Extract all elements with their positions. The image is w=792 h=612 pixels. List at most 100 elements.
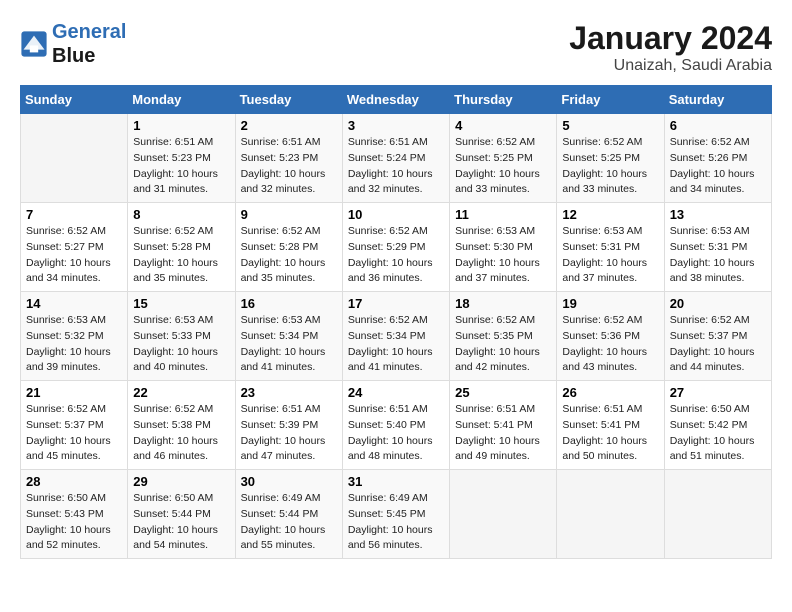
day-info: Sunrise: 6:52 AMSunset: 5:29 PMDaylight:… — [348, 224, 444, 287]
logo-icon — [20, 30, 48, 58]
header-monday: Monday — [128, 86, 235, 114]
day-number: 28 — [26, 474, 122, 489]
day-number: 20 — [670, 296, 766, 311]
day-number: 12 — [562, 207, 658, 222]
day-info: Sunrise: 6:51 AMSunset: 5:41 PMDaylight:… — [562, 402, 658, 465]
calendar-subtitle: Unaizah, Saudi Arabia — [569, 57, 772, 75]
header-tuesday: Tuesday — [235, 86, 342, 114]
day-number: 27 — [670, 385, 766, 400]
day-number: 17 — [348, 296, 444, 311]
day-info: Sunrise: 6:52 AMSunset: 5:25 PMDaylight:… — [562, 135, 658, 198]
day-info: Sunrise: 6:52 AMSunset: 5:28 PMDaylight:… — [133, 224, 229, 287]
calendar-cell: 2 Sunrise: 6:51 AMSunset: 5:23 PMDaylight… — [235, 114, 342, 203]
day-info: Sunrise: 6:52 AMSunset: 5:37 PMDaylight:… — [26, 402, 122, 465]
calendar-table: SundayMondayTuesdayWednesdayThursdayFrid… — [20, 85, 772, 559]
day-info: Sunrise: 6:52 AMSunset: 5:37 PMDaylight:… — [670, 313, 766, 376]
day-info: Sunrise: 6:52 AMSunset: 5:28 PMDaylight:… — [241, 224, 337, 287]
calendar-cell: 9Sunrise: 6:52 AMSunset: 5:28 PMDaylight… — [235, 203, 342, 292]
day-number: 1 — [133, 118, 229, 133]
day-info: Sunrise: 6:49 AMSunset: 5:44 PMDaylight:… — [241, 491, 337, 554]
day-info: Sunrise: 6:51 AMSunset: 5:41 PMDaylight:… — [455, 402, 551, 465]
calendar-cell: 10 Sunrise: 6:52 AMSunset: 5:29 PMDayligh… — [342, 203, 449, 292]
calendar-cell: 16 Sunrise: 6:53 AMSunset: 5:34 PMDayligh… — [235, 292, 342, 381]
day-number: 10 — [348, 207, 444, 222]
day-number: 25 — [455, 385, 551, 400]
week-row-3: 14Sunrise: 6:53 AMSunset: 5:32 PMDayligh… — [21, 292, 772, 381]
day-number: 23 — [241, 385, 337, 400]
day-number: 16 — [241, 296, 337, 311]
calendar-cell: 28 Sunrise: 6:50 AMSunset: 5:43 PMDayligh… — [21, 470, 128, 559]
calendar-cell: 1 Sunrise: 6:51 AMSunset: 5:23 PMDaylight… — [128, 114, 235, 203]
day-info: Sunrise: 6:51 AMSunset: 5:40 PMDaylight:… — [348, 402, 444, 465]
week-row-2: 7 Sunrise: 6:52 AMSunset: 5:27 PMDaylight… — [21, 203, 772, 292]
calendar-cell: 21Sunrise: 6:52 AMSunset: 5:37 PMDayligh… — [21, 381, 128, 470]
calendar-cell: 22 Sunrise: 6:52 AMSunset: 5:38 PMDayligh… — [128, 381, 235, 470]
day-number: 4 — [455, 118, 551, 133]
calendar-cell: 3 Sunrise: 6:51 AMSunset: 5:24 PMDaylight… — [342, 114, 449, 203]
day-number: 22 — [133, 385, 229, 400]
calendar-cell: 7 Sunrise: 6:52 AMSunset: 5:27 PMDaylight… — [21, 203, 128, 292]
day-number: 8 — [133, 207, 229, 222]
calendar-title: January 2024 — [569, 20, 772, 57]
day-info: Sunrise: 6:53 AMSunset: 5:32 PMDaylight:… — [26, 313, 122, 376]
calendar-cell: 4 Sunrise: 6:52 AMSunset: 5:25 PMDaylight… — [450, 114, 557, 203]
day-info: Sunrise: 6:53 AMSunset: 5:31 PMDaylight:… — [670, 224, 766, 287]
day-info: Sunrise: 6:53 AMSunset: 5:31 PMDaylight:… — [562, 224, 658, 287]
day-number: 6 — [670, 118, 766, 133]
day-info: Sunrise: 6:51 AMSunset: 5:23 PMDaylight:… — [133, 135, 229, 198]
calendar-cell: 31 Sunrise: 6:49 AMSunset: 5:45 PMDayligh… — [342, 470, 449, 559]
calendar-cell — [450, 470, 557, 559]
page-header: General Blue January 2024 Unaizah, Saudi… — [20, 20, 772, 75]
calendar-cell: 23 Sunrise: 6:51 AMSunset: 5:39 PMDayligh… — [235, 381, 342, 470]
day-info: Sunrise: 6:50 AMSunset: 5:42 PMDaylight:… — [670, 402, 766, 465]
calendar-cell: 20 Sunrise: 6:52 AMSunset: 5:37 PMDayligh… — [664, 292, 771, 381]
calendar-cell: 6Sunrise: 6:52 AMSunset: 5:26 PMDaylight… — [664, 114, 771, 203]
calendar-cell — [664, 470, 771, 559]
header-friday: Friday — [557, 86, 664, 114]
calendar-cell: 13 Sunrise: 6:53 AMSunset: 5:31 PMDayligh… — [664, 203, 771, 292]
header-sunday: Sunday — [21, 86, 128, 114]
day-info: Sunrise: 6:52 AMSunset: 5:38 PMDaylight:… — [133, 402, 229, 465]
day-info: Sunrise: 6:52 AMSunset: 5:36 PMDaylight:… — [562, 313, 658, 376]
calendar-cell: 30 Sunrise: 6:49 AMSunset: 5:44 PMDayligh… — [235, 470, 342, 559]
calendar-cell: 17Sunrise: 6:52 AMSunset: 5:34 PMDayligh… — [342, 292, 449, 381]
day-info: Sunrise: 6:51 AMSunset: 5:39 PMDaylight:… — [241, 402, 337, 465]
calendar-cell: 19 Sunrise: 6:52 AMSunset: 5:36 PMDayligh… — [557, 292, 664, 381]
day-number: 18 — [455, 296, 551, 311]
day-number: 2 — [241, 118, 337, 133]
calendar-cell: 26Sunrise: 6:51 AMSunset: 5:41 PMDayligh… — [557, 381, 664, 470]
calendar-cell — [557, 470, 664, 559]
day-info: Sunrise: 6:52 AMSunset: 5:35 PMDaylight:… — [455, 313, 551, 376]
header-wednesday: Wednesday — [342, 86, 449, 114]
calendar-cell: 25 Sunrise: 6:51 AMSunset: 5:41 PMDayligh… — [450, 381, 557, 470]
day-info: Sunrise: 6:52 AMSunset: 5:27 PMDaylight:… — [26, 224, 122, 287]
calendar-cell: 8 Sunrise: 6:52 AMSunset: 5:28 PMDaylight… — [128, 203, 235, 292]
day-info: Sunrise: 6:52 AMSunset: 5:25 PMDaylight:… — [455, 135, 551, 198]
week-row-1: 1 Sunrise: 6:51 AMSunset: 5:23 PMDaylight… — [21, 114, 772, 203]
day-info: Sunrise: 6:53 AMSunset: 5:30 PMDaylight:… — [455, 224, 551, 287]
header-thursday: Thursday — [450, 86, 557, 114]
calendar-cell: 15Sunrise: 6:53 AMSunset: 5:33 PMDayligh… — [128, 292, 235, 381]
day-number: 7 — [26, 207, 122, 222]
day-number: 31 — [348, 474, 444, 489]
day-number: 5 — [562, 118, 658, 133]
day-number: 24 — [348, 385, 444, 400]
calendar-cell: 24 Sunrise: 6:51 AMSunset: 5:40 PMDayligh… — [342, 381, 449, 470]
day-number: 11 — [455, 207, 551, 222]
logo-text: General Blue — [52, 20, 126, 68]
day-number: 3 — [348, 118, 444, 133]
day-info: Sunrise: 6:53 AMSunset: 5:34 PMDaylight:… — [241, 313, 337, 376]
day-number: 30 — [241, 474, 337, 489]
calendar-cell: 11 Sunrise: 6:53 AMSunset: 5:30 PMDayligh… — [450, 203, 557, 292]
calendar-cell: 29Sunrise: 6:50 AMSunset: 5:44 PMDayligh… — [128, 470, 235, 559]
calendar-cell: 18 Sunrise: 6:52 AMSunset: 5:35 PMDayligh… — [450, 292, 557, 381]
day-info: Sunrise: 6:50 AMSunset: 5:43 PMDaylight:… — [26, 491, 122, 554]
title-block: January 2024 Unaizah, Saudi Arabia — [569, 20, 772, 75]
day-number: 13 — [670, 207, 766, 222]
calendar-header-row: SundayMondayTuesdayWednesdayThursdayFrid… — [21, 86, 772, 114]
day-number: 19 — [562, 296, 658, 311]
day-info: Sunrise: 6:49 AMSunset: 5:45 PMDaylight:… — [348, 491, 444, 554]
day-info: Sunrise: 6:51 AMSunset: 5:23 PMDaylight:… — [241, 135, 337, 198]
calendar-cell: 27 Sunrise: 6:50 AMSunset: 5:42 PMDayligh… — [664, 381, 771, 470]
day-info: Sunrise: 6:51 AMSunset: 5:24 PMDaylight:… — [348, 135, 444, 198]
